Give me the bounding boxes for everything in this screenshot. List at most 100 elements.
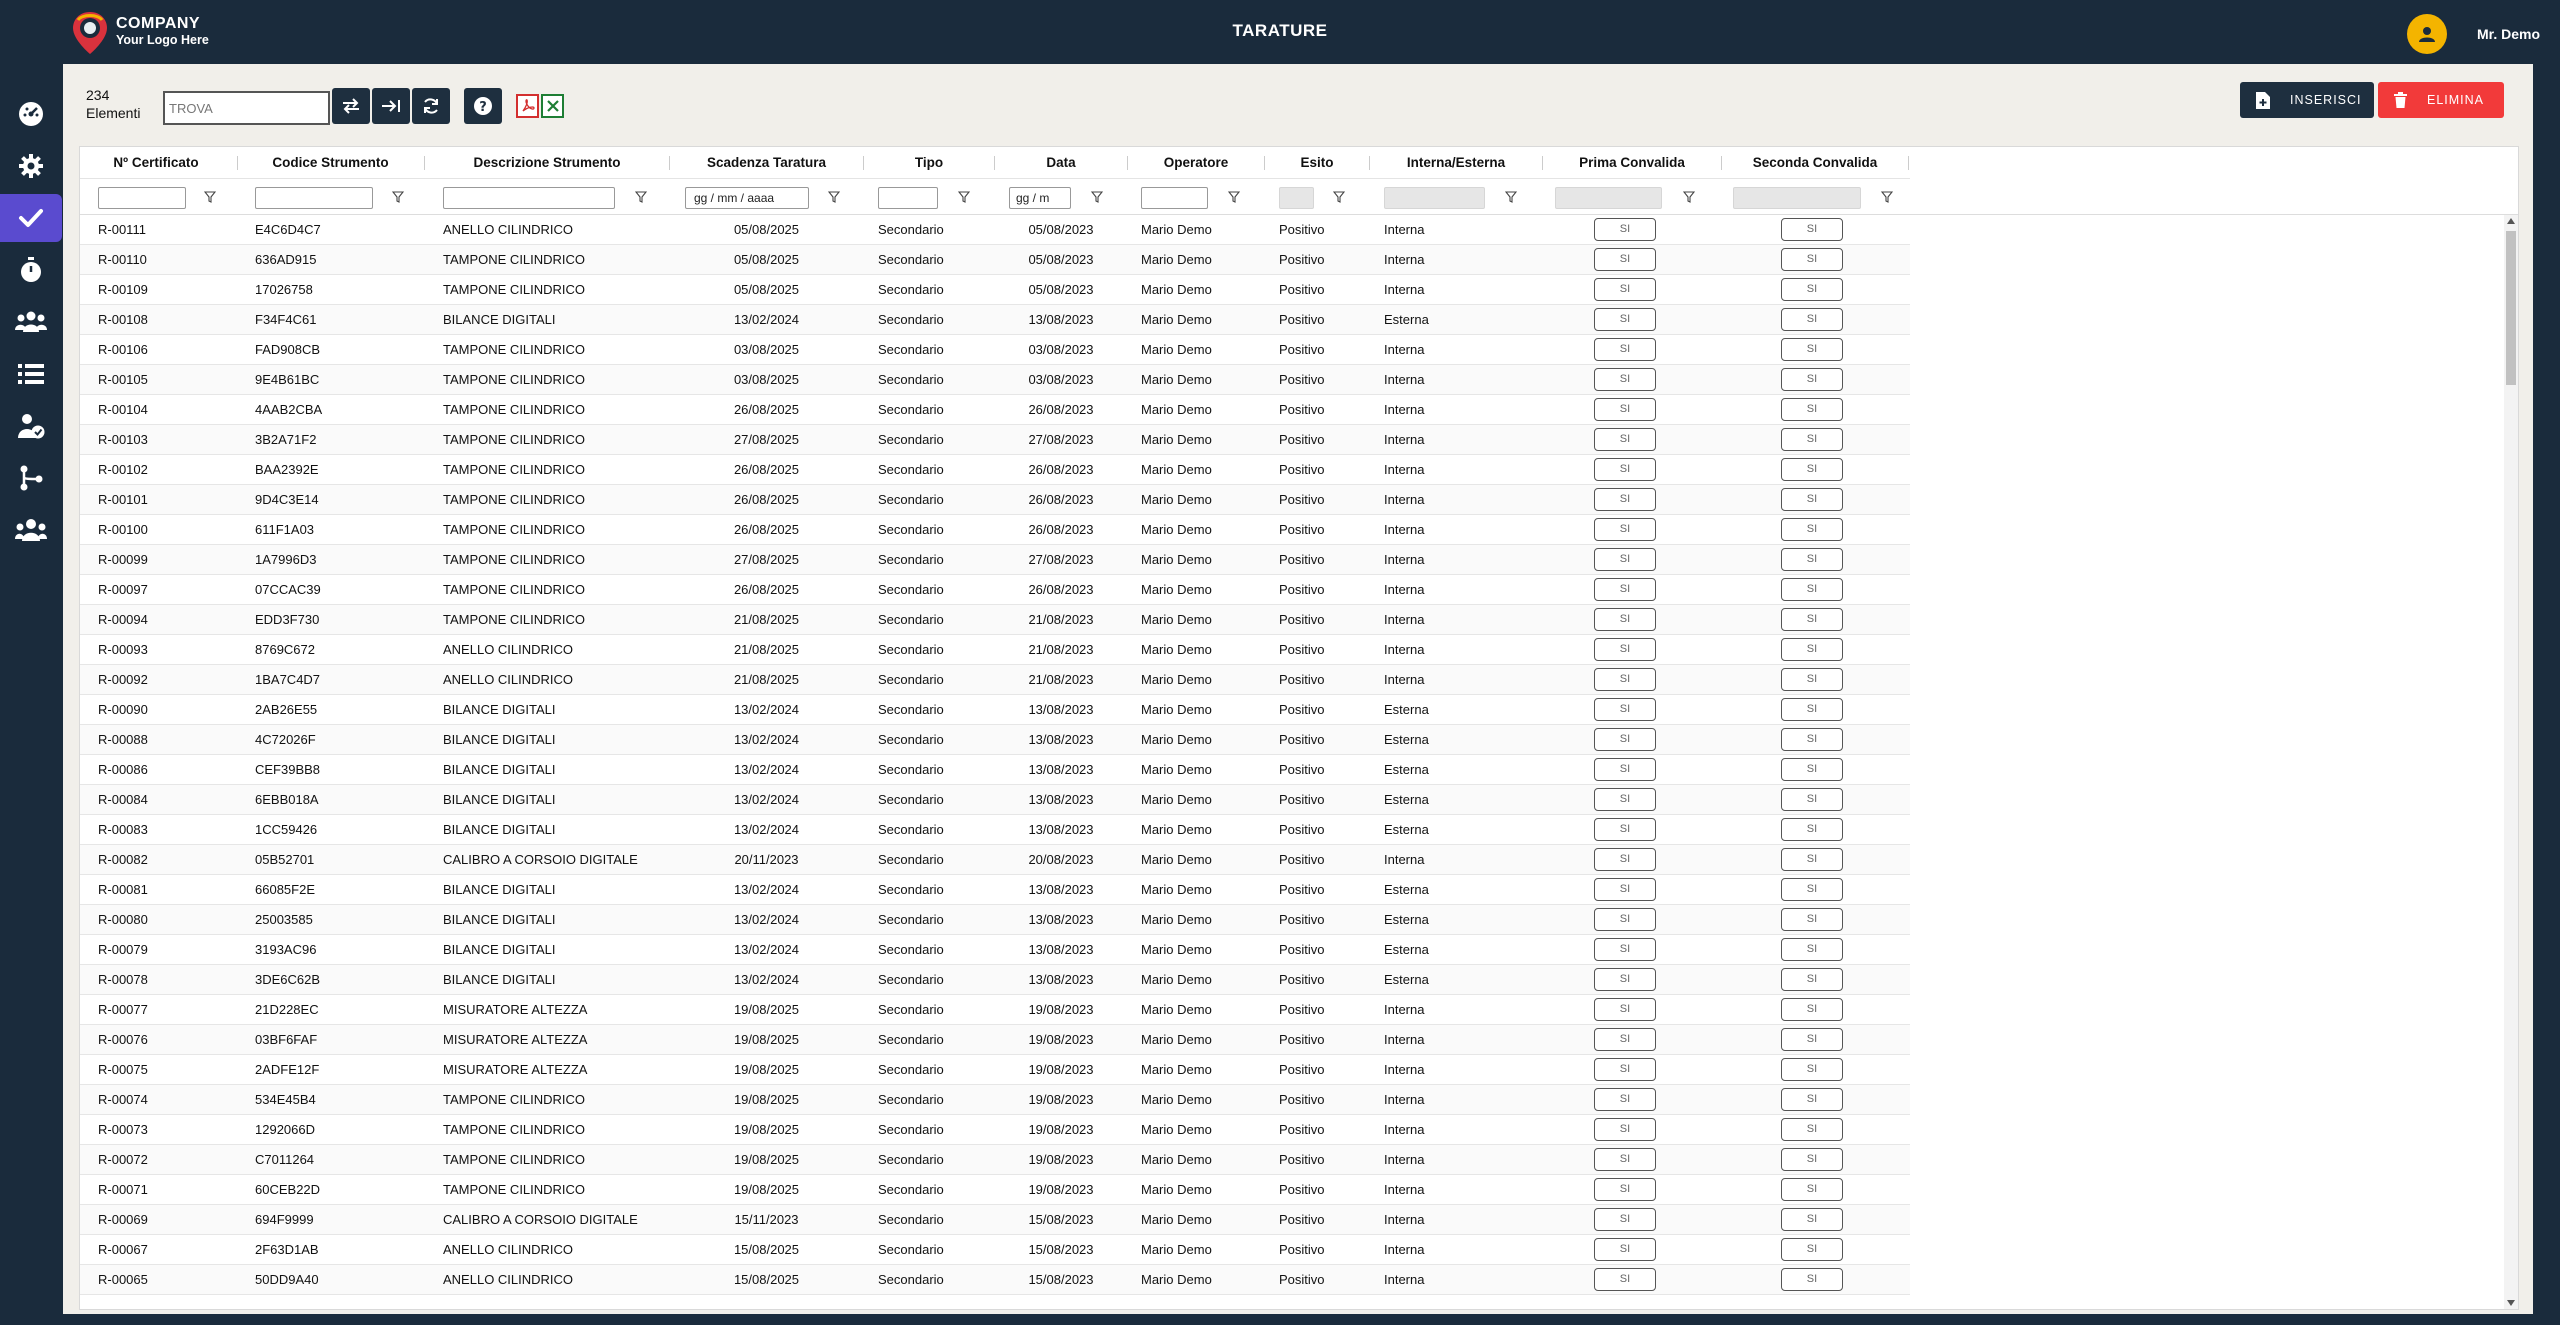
table-row[interactable]: R-00090 2AB26E55 BILANCE DIGITALI 13/02/202… — [80, 695, 1910, 725]
first-validation-button[interactable]: SI — [1594, 698, 1656, 721]
first-validation-button[interactable]: SI — [1594, 1088, 1656, 1111]
first-validation-button[interactable]: SI — [1594, 248, 1656, 271]
first-validation-button[interactable]: SI — [1594, 308, 1656, 331]
table-row[interactable]: R-00094 EDD3F730 TAMPONE CILINDRICO 21/08/2… — [80, 605, 1910, 635]
table-row[interactable]: R-00071 60CEB22D TAMPONE CILINDRICO 19/08/2… — [80, 1175, 1910, 1205]
column-header-calibration-expiry[interactable]: Scadenza Taratura — [670, 147, 863, 179]
filter-operator-input[interactable] — [1141, 187, 1208, 209]
second-validation-button[interactable]: SI — [1781, 638, 1843, 661]
table-row[interactable]: R-00077 21D228EC MISURATORE ALTEZZA 19/08/2… — [80, 995, 1910, 1025]
filter-icon[interactable] — [1333, 191, 1345, 203]
table-row[interactable]: R-00081 66085F2E BILANCE DIGITALI 13/02/202… — [80, 875, 1910, 905]
filter-icon[interactable] — [1091, 191, 1103, 203]
table-row[interactable]: R-00100 611F1A03 TAMPONE CILINDRICO 26/08/2… — [80, 515, 1910, 545]
table-row[interactable]: R-00105 9E4B61BC TAMPONE CILINDRICO 03/08/2… — [80, 365, 1910, 395]
first-validation-button[interactable]: SI — [1594, 518, 1656, 541]
first-validation-button[interactable]: SI — [1594, 368, 1656, 391]
help-button[interactable]: ? — [464, 88, 502, 124]
table-row[interactable]: R-00099 1A7996D3 TAMPONE CILINDRICO 27/08/2… — [80, 545, 1910, 575]
table-row[interactable]: R-00108 F34F4C61 BILANCE DIGITALI 13/02/202… — [80, 305, 1910, 335]
sidebar-item-tarature[interactable] — [0, 194, 62, 242]
column-header-date[interactable]: Data — [995, 147, 1127, 179]
delete-button[interactable]: ELIMINA — [2378, 82, 2504, 118]
table-row[interactable]: R-00086 CEF39BB8 BILANCE DIGITALI 13/02/202… — [80, 755, 1910, 785]
table-row[interactable]: R-00109 17026758 TAMPONE CILINDRICO 05/08/2… — [80, 275, 1910, 305]
table-row[interactable]: R-00097 07CCAC39 TAMPONE CILINDRICO 26/08/2… — [80, 575, 1910, 605]
second-validation-button[interactable]: SI — [1781, 938, 1843, 961]
second-validation-button[interactable]: SI — [1781, 1238, 1843, 1261]
first-validation-button[interactable]: SI — [1594, 728, 1656, 751]
filter-description-input[interactable] — [443, 187, 615, 209]
filter-icon[interactable] — [635, 191, 647, 203]
table-row[interactable]: R-00106 FAD908CB TAMPONE CILINDRICO 03/08/2… — [80, 335, 1910, 365]
table-row[interactable]: R-00075 2ADFE12F MISURATORE ALTEZZA 19/08/2… — [80, 1055, 1910, 1085]
second-validation-button[interactable]: SI — [1781, 548, 1843, 571]
second-validation-button[interactable]: SI — [1781, 428, 1843, 451]
insert-button[interactable]: INSERISCI — [2240, 82, 2374, 118]
first-validation-button[interactable]: SI — [1594, 878, 1656, 901]
table-row[interactable]: R-00088 4C72026F BILANCE DIGITALI 13/02/202… — [80, 725, 1910, 755]
column-header-outcome[interactable]: Esito — [1265, 147, 1369, 179]
second-validation-button[interactable]: SI — [1781, 698, 1843, 721]
table-row[interactable]: R-00082 05B52701 CALIBRO A CORSOIO DIGITAL… — [80, 845, 1910, 875]
table-row[interactable]: R-00092 1BA7C4D7 ANELLO CILINDRICO 21/08/20… — [80, 665, 1910, 695]
second-validation-button[interactable]: SI — [1781, 368, 1843, 391]
second-validation-button[interactable]: SI — [1781, 458, 1843, 481]
first-validation-button[interactable]: SI — [1594, 848, 1656, 871]
first-validation-button[interactable]: SI — [1594, 578, 1656, 601]
filter-date-input[interactable]: gg / m — [1009, 187, 1071, 209]
table-row[interactable]: R-00069 694F9999 CALIBRO A CORSOIO DIGITAL… — [80, 1205, 1910, 1235]
sidebar-item-list[interactable] — [0, 350, 62, 398]
first-validation-button[interactable]: SI — [1594, 1148, 1656, 1171]
table-row[interactable]: R-00065 50DD9A40 ANELLO CILINDRICO 15/08/20… — [80, 1265, 1910, 1295]
table-row[interactable]: R-00072 C7011264 TAMPONE CILINDRICO 19/08/2… — [80, 1145, 1910, 1175]
table-row[interactable]: R-00110 636AD915 TAMPONE CILINDRICO 05/08/2… — [80, 245, 1910, 275]
filter-certificate-input[interactable] — [98, 187, 186, 209]
first-validation-button[interactable]: SI — [1594, 608, 1656, 631]
column-header-first-validation[interactable]: Prima Convalida — [1543, 147, 1721, 179]
filter-icon[interactable] — [204, 191, 216, 203]
first-validation-button[interactable]: SI — [1594, 458, 1656, 481]
first-validation-button[interactable]: SI — [1594, 548, 1656, 571]
second-validation-button[interactable]: SI — [1781, 668, 1843, 691]
table-row[interactable]: R-00093 8769C672 ANELLO CILINDRICO 21/08/20… — [80, 635, 1910, 665]
second-validation-button[interactable]: SI — [1781, 308, 1843, 331]
column-header-instrument-description[interactable]: Descrizione Strumento — [425, 147, 669, 179]
second-validation-button[interactable]: SI — [1781, 1268, 1843, 1291]
second-validation-button[interactable]: SI — [1781, 1208, 1843, 1231]
table-row[interactable]: R-00080 25003585 BILANCE DIGITALI 13/02/202… — [80, 905, 1910, 935]
scroll-up-icon[interactable] — [2507, 218, 2515, 224]
sidebar-item-groups[interactable] — [0, 298, 62, 346]
filter-instrument-code-input[interactable] — [255, 187, 373, 209]
second-validation-button[interactable]: SI — [1781, 278, 1843, 301]
table-row[interactable]: R-00067 2F63D1AB ANELLO CILINDRICO 15/08/20… — [80, 1235, 1910, 1265]
first-validation-button[interactable]: SI — [1594, 278, 1656, 301]
second-validation-button[interactable]: SI — [1781, 518, 1843, 541]
filter-icon[interactable] — [1881, 191, 1893, 203]
table-row[interactable]: R-00076 03BF6FAF MISURATORE ALTEZZA 19/08/2… — [80, 1025, 1910, 1055]
first-validation-button[interactable]: SI — [1594, 638, 1656, 661]
second-validation-button[interactable]: SI — [1781, 398, 1843, 421]
second-validation-button[interactable]: SI — [1781, 818, 1843, 841]
first-validation-button[interactable]: SI — [1594, 1268, 1656, 1291]
first-validation-button[interactable]: SI — [1594, 818, 1656, 841]
first-validation-button[interactable]: SI — [1594, 218, 1656, 241]
table-row[interactable]: R-00111 E4C6D4C7 ANELLO CILINDRICO 05/08/20… — [80, 215, 1910, 245]
first-validation-button[interactable]: SI — [1594, 338, 1656, 361]
second-validation-button[interactable]: SI — [1781, 338, 1843, 361]
sidebar-item-workflow[interactable] — [0, 454, 62, 502]
first-validation-button[interactable]: SI — [1594, 488, 1656, 511]
first-validation-button[interactable]: SI — [1594, 1058, 1656, 1081]
column-header-instrument-code[interactable]: Codice Strumento — [238, 147, 423, 179]
filter-type-input[interactable] — [878, 187, 938, 209]
vertical-scrollbar[interactable] — [2504, 215, 2518, 1309]
column-header-second-validation[interactable]: Seconda Convalida — [1722, 147, 1908, 179]
filter-icon[interactable] — [1683, 191, 1695, 203]
scrollbar-thumb[interactable] — [2506, 231, 2516, 385]
first-validation-button[interactable]: SI — [1594, 398, 1656, 421]
table-row[interactable]: R-00101 9D4C3E14 TAMPONE CILINDRICO 26/08/2… — [80, 485, 1910, 515]
expand-button[interactable] — [372, 88, 410, 124]
user-menu[interactable]: Mr. Demo — [2406, 14, 2540, 54]
second-validation-button[interactable]: SI — [1781, 1088, 1843, 1111]
filter-expiry-date-input[interactable]: gg / mm / aaaa — [685, 187, 809, 209]
